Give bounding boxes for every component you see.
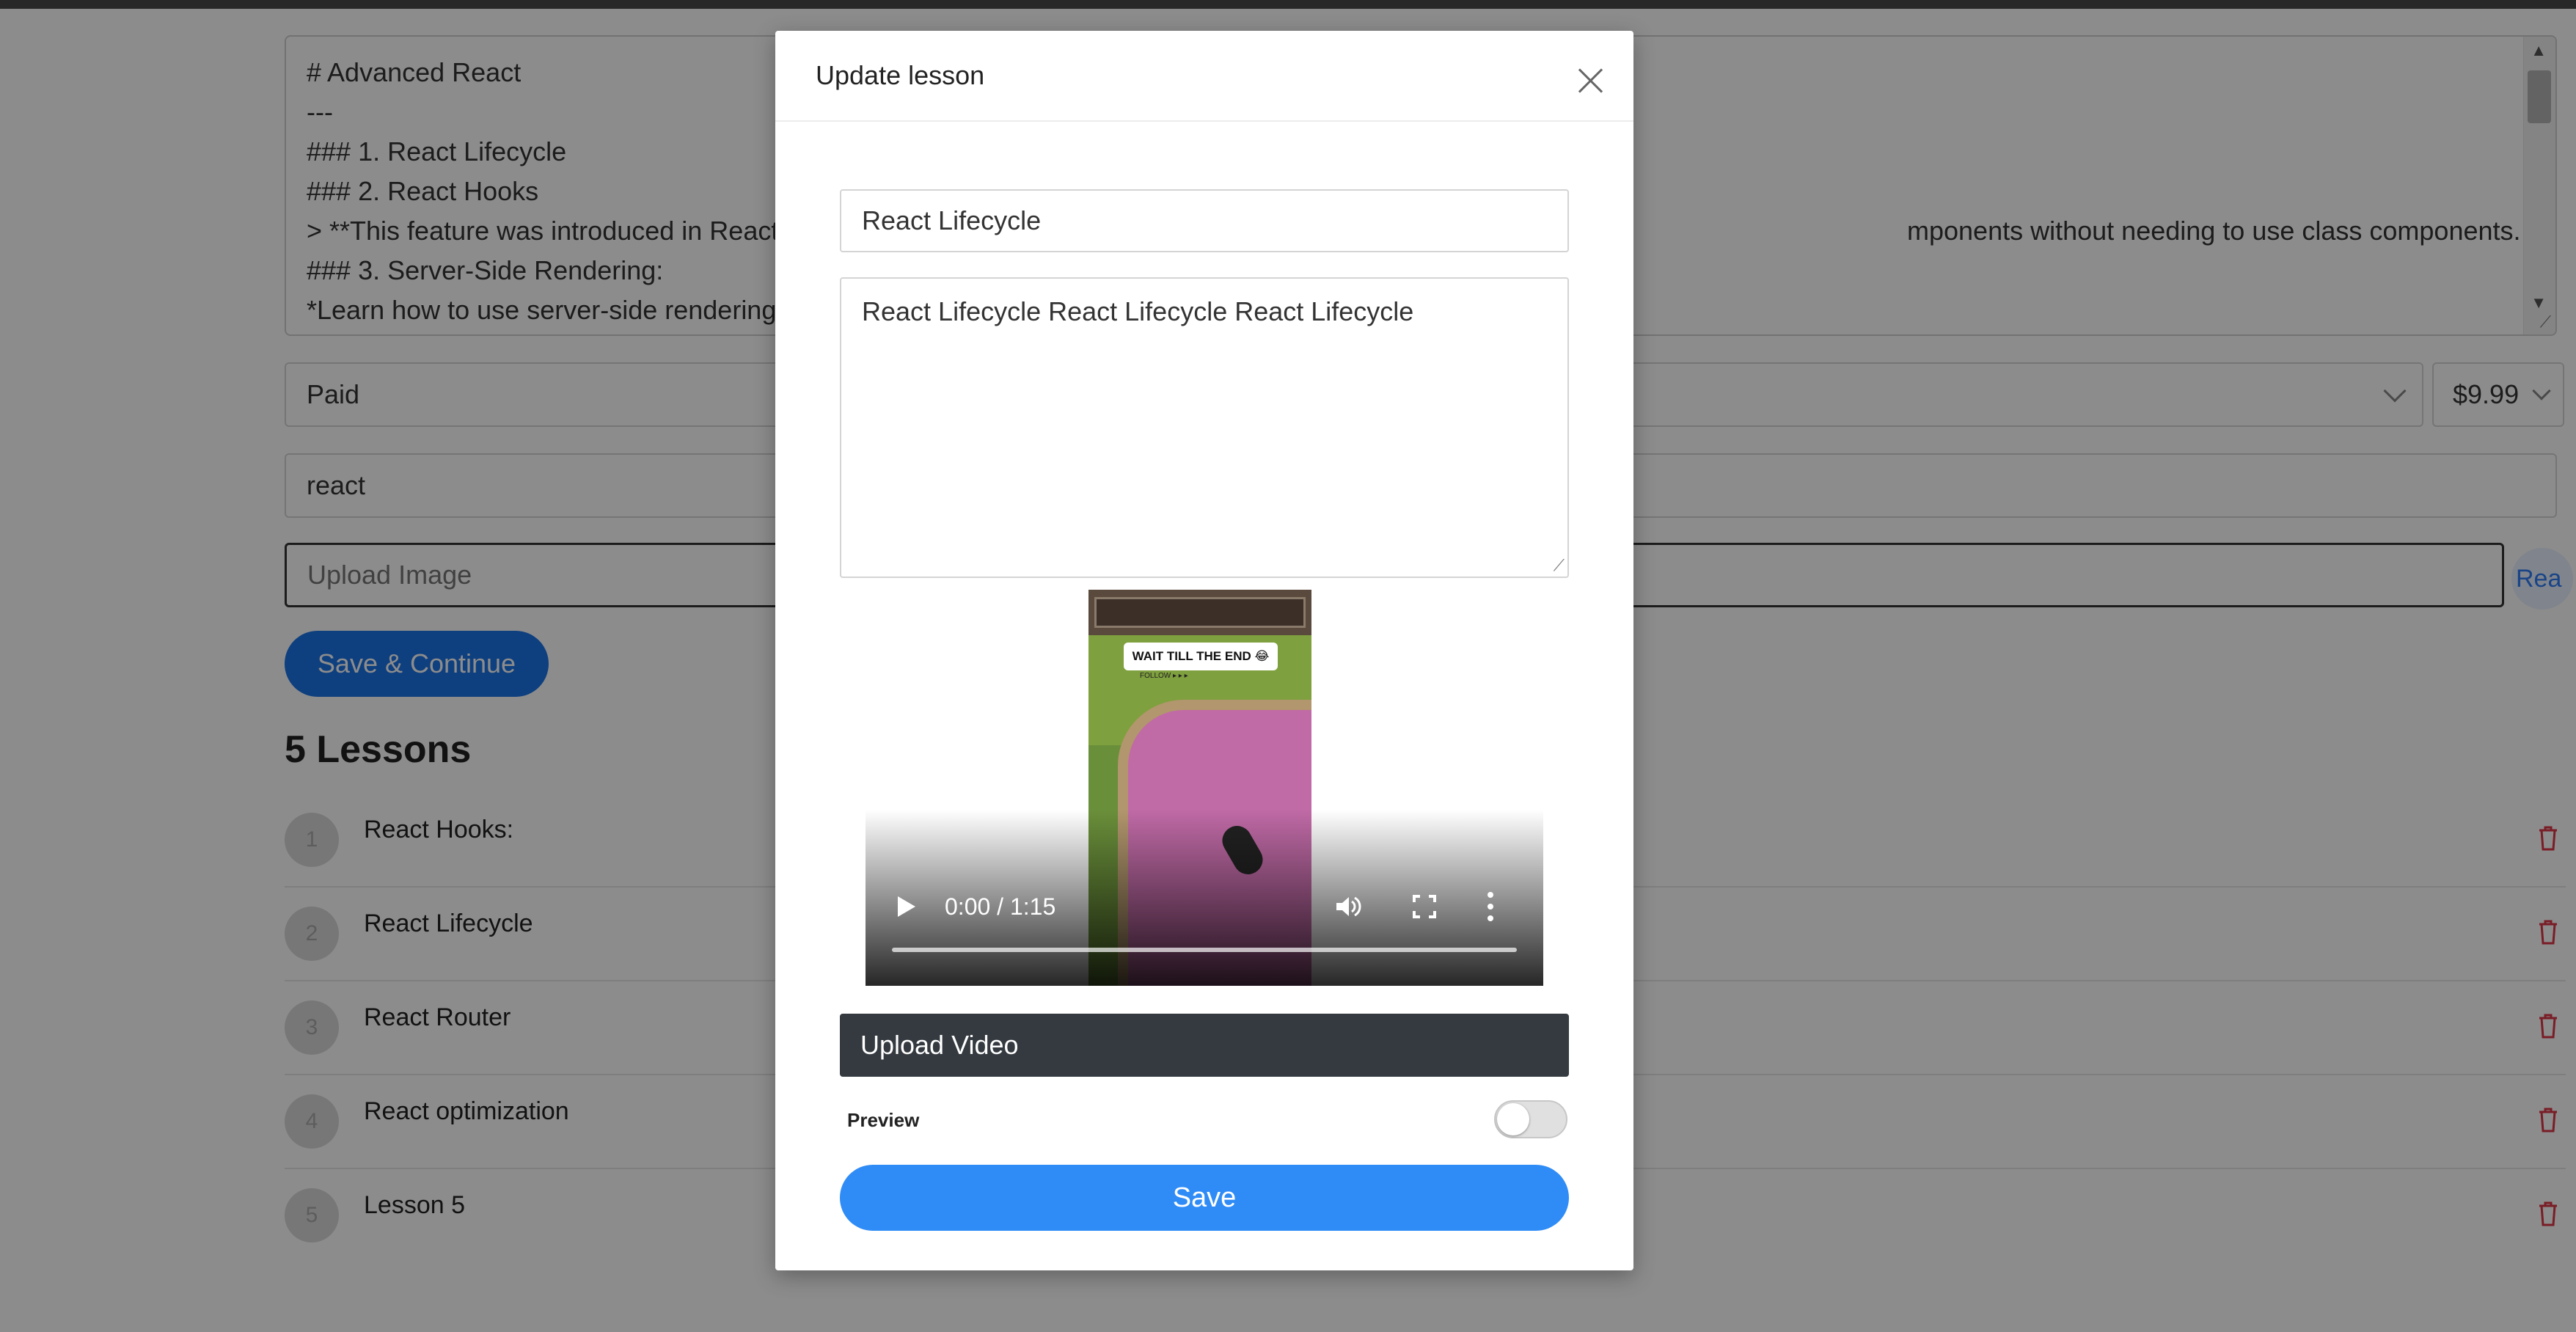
toggle-knob — [1497, 1103, 1529, 1135]
preview-toggle[interactable] — [1494, 1100, 1567, 1138]
volume-icon[interactable] — [1332, 892, 1361, 921]
lesson-title-input[interactable]: React Lifecycle — [840, 189, 1569, 252]
more-vertical-icon[interactable] — [1486, 890, 1495, 923]
modal-title: Update lesson — [816, 60, 985, 90]
upload-video-button[interactable]: Upload Video — [840, 1014, 1569, 1077]
fullscreen-icon[interactable] — [1411, 893, 1438, 920]
video-progress-bar[interactable] — [892, 948, 1517, 952]
video-sub-caption: FOLLOW ▸ ▸ ▸ — [1140, 672, 1188, 680]
save-button[interactable]: Save — [840, 1165, 1569, 1231]
video-caption: WAIT TILL THE END 😂 — [1124, 643, 1278, 670]
video-time: 0:00 / 1:15 — [945, 893, 1056, 920]
preview-label: Preview — [847, 1109, 920, 1131]
play-icon[interactable] — [898, 896, 915, 917]
update-lesson-modal: Update lesson React Lifecycle React Life… — [775, 31, 1633, 1270]
upload-video-label: Upload Video — [860, 1030, 1019, 1060]
lesson-title-value: React Lifecycle — [862, 205, 1042, 235]
close-icon[interactable] — [1578, 67, 1604, 94]
modal-header: Update lesson — [775, 31, 1633, 122]
lesson-description-textarea[interactable]: React Lifecycle React Lifecycle React Li… — [840, 277, 1569, 578]
video-player[interactable]: WAIT TILL THE END 😂 FOLLOW ▸ ▸ ▸ 0:00 / … — [866, 590, 1543, 986]
lesson-description-value: React Lifecycle React Lifecycle React Li… — [862, 296, 1414, 326]
resize-handle-icon[interactable]: ⟋ — [1554, 556, 1565, 575]
